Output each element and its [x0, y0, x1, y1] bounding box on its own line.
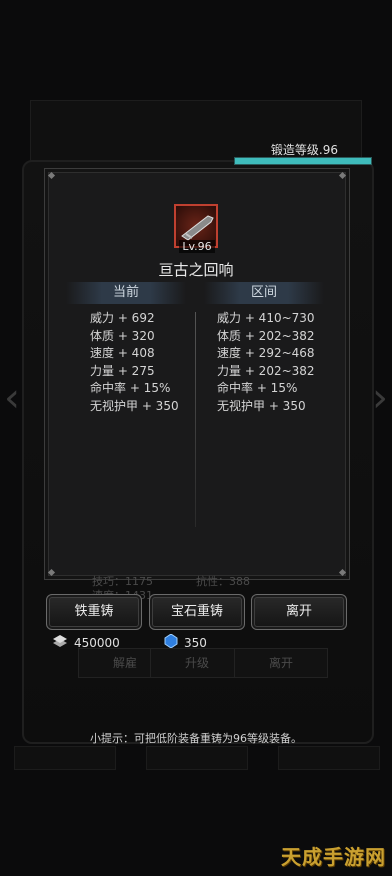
current-stat-hit-rate: 命中率 + 15%	[90, 381, 171, 395]
forge-progress-bar	[234, 157, 372, 165]
forge-level-label: 锻造等级.96	[270, 143, 338, 157]
leave-button[interactable]: 离开	[251, 594, 347, 630]
background-button: 离开	[234, 648, 328, 678]
range-stat-constitution: 体质 + 202~382	[217, 328, 315, 343]
current-stat-speed: 速度 + 408	[90, 346, 155, 360]
iron-reforge-button[interactable]: 铁重铸	[46, 594, 142, 630]
iron-ingot-icon	[52, 634, 68, 653]
current-column-header: 当前	[66, 282, 186, 304]
item-name: 亘古之回响	[158, 261, 234, 279]
tip-text: 小提示：可把低阶装备重铸为96等级装备。	[90, 732, 302, 745]
forge-progress-fill	[235, 158, 371, 164]
range-stat-speed: 速度 + 292~468	[217, 346, 315, 360]
current-stat-constitution: 体质 + 320	[90, 328, 155, 343]
background-stat: 抗性：388	[196, 575, 250, 588]
background-bottom-button	[146, 746, 248, 770]
right-arrow-icon: ›	[372, 375, 388, 421]
item-level-badge: Lv.96	[179, 240, 215, 253]
range-stats-list: 威力 + 410~730 体质 + 202~382 速度 + 292~468 力…	[217, 310, 315, 415]
range-stat-power: 威力 + 410~730	[217, 311, 315, 325]
gem-reforge-button[interactable]: 宝石重铸	[149, 594, 245, 630]
current-stat-strength: 力量 + 275	[90, 363, 155, 378]
range-stat-armor-pierce: 无视护甲 + 350	[217, 398, 306, 413]
left-arrow-icon: ‹	[4, 375, 20, 421]
site-watermark: 天成手游网	[281, 845, 386, 869]
range-stat-hit-rate: 命中率 + 15%	[217, 381, 298, 395]
range-stat-strength: 力量 + 202~382	[217, 363, 315, 378]
background-bottom-button	[14, 746, 116, 770]
current-stat-power: 威力 + 692	[90, 311, 155, 325]
corner-ornament	[47, 171, 56, 180]
current-stat-armor-pierce: 无视护甲 + 350	[90, 398, 179, 413]
corner-ornament	[338, 568, 347, 577]
column-divider	[195, 312, 196, 527]
background-bottom-button	[278, 746, 380, 770]
range-column-header: 区间	[204, 282, 324, 304]
corner-ornament	[338, 171, 347, 180]
corner-ornament	[47, 568, 56, 577]
current-stats-list: 威力 + 692 体质 + 320 速度 + 408 力量 + 275 命中率 …	[90, 310, 179, 415]
background-button: 升级	[150, 648, 244, 678]
